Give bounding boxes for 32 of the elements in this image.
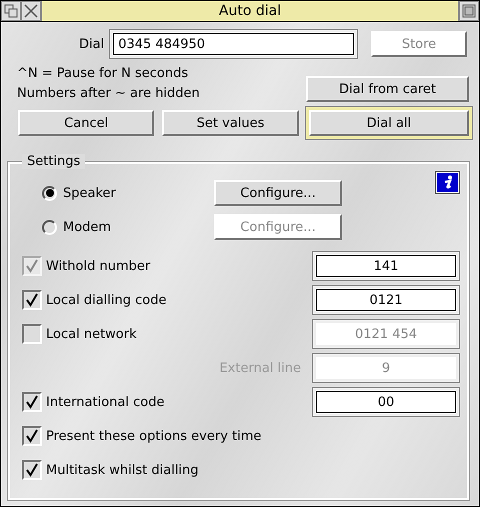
hint-text: ^N = Pause for N seconds bbox=[17, 66, 190, 80]
hint-text: Numbers after ~ are hidden bbox=[17, 86, 201, 100]
checkbox-label: Local dialling code bbox=[46, 292, 166, 308]
checkbox[interactable] bbox=[22, 460, 42, 480]
dial-label: Dial bbox=[79, 36, 104, 52]
checkbox[interactable] bbox=[22, 392, 42, 412]
toggle-size-icon[interactable] bbox=[459, 1, 479, 21]
number-field[interactable]: 0121 bbox=[313, 286, 459, 314]
dial-from-caret-button[interactable]: Dial from caret bbox=[306, 76, 469, 102]
dial-field[interactable]: 0345 484950 bbox=[110, 30, 358, 58]
settings-title: Settings bbox=[22, 154, 86, 169]
field-label: External line bbox=[219, 360, 301, 376]
checkbox-label: Present these options every time bbox=[46, 428, 262, 444]
checkbox-label: International code bbox=[46, 394, 164, 410]
action-button[interactable]: Set values bbox=[162, 110, 299, 136]
checkbox-label: Multitask whilst dialling bbox=[46, 462, 199, 478]
action-button[interactable]: Cancel bbox=[18, 110, 154, 136]
info-icon[interactable] bbox=[436, 172, 459, 193]
checkbox[interactable] bbox=[22, 426, 42, 446]
checkbox[interactable] bbox=[22, 324, 42, 344]
window-title: Auto dial bbox=[41, 1, 459, 21]
number-field[interactable]: 00 bbox=[313, 388, 459, 416]
close-icon[interactable] bbox=[21, 1, 41, 21]
back-icon[interactable] bbox=[1, 1, 21, 21]
checkbox-label: Local network bbox=[46, 326, 137, 342]
radio-label: Modem bbox=[63, 220, 112, 234]
radio-label: Speaker bbox=[63, 186, 116, 200]
radio-button[interactable] bbox=[42, 220, 57, 234]
checkbox-label: Withold number bbox=[46, 258, 150, 274]
checkbox[interactable] bbox=[22, 290, 42, 310]
radio-button[interactable] bbox=[42, 186, 57, 200]
configure-button[interactable]: Configure... bbox=[214, 180, 342, 206]
